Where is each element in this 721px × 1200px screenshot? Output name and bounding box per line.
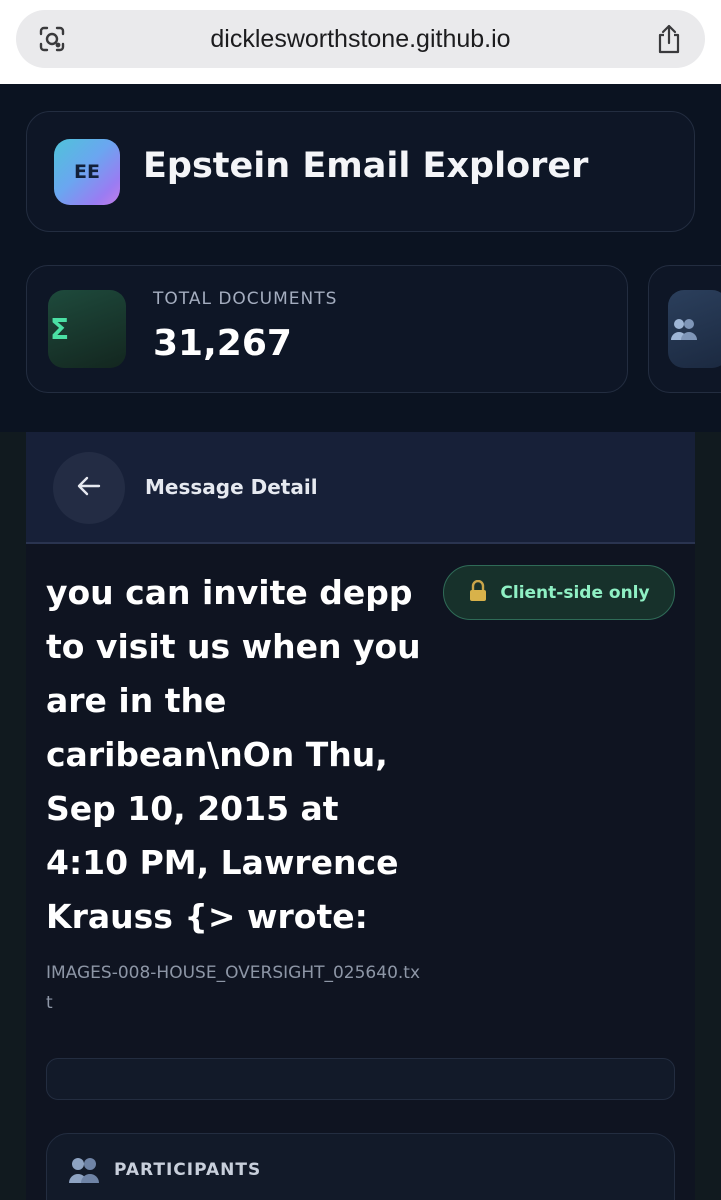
reader-mode-icon[interactable] (38, 25, 66, 53)
browser-toolbar: dicklesworthstone.github.io (0, 0, 721, 84)
lock-icon (468, 579, 488, 606)
address-bar[interactable]: dicklesworthstone.github.io (16, 10, 705, 68)
back-button[interactable] (53, 452, 125, 524)
client-side-badge: Client-side only (443, 565, 675, 620)
people-icon (68, 1156, 100, 1184)
share-icon[interactable] (655, 23, 683, 55)
message-body-box (46, 1058, 675, 1100)
message-subject: you can invite depp to visit us when you… (46, 573, 421, 936)
stat-label: TOTAL DOCUMENTS (153, 289, 338, 309)
detail-header (26, 432, 695, 544)
stat-value: 31,267 (153, 323, 292, 364)
url-text: dicklesworthstone.github.io (210, 25, 511, 53)
source-filename: IMAGES-008-HOUSE_OVERSIGHT_025640.txt (46, 963, 421, 1013)
people-icon (668, 290, 721, 368)
participants-label: PARTICIPANTS (114, 1160, 262, 1180)
detail-title: Message Detail (145, 475, 318, 499)
app-title: Epstein Email Explorer (143, 146, 589, 186)
badge-label: Client-side only (500, 582, 650, 603)
app-logo: EE (54, 139, 120, 205)
sigma-icon: Σ (48, 290, 126, 368)
back-arrow-icon (76, 475, 102, 501)
